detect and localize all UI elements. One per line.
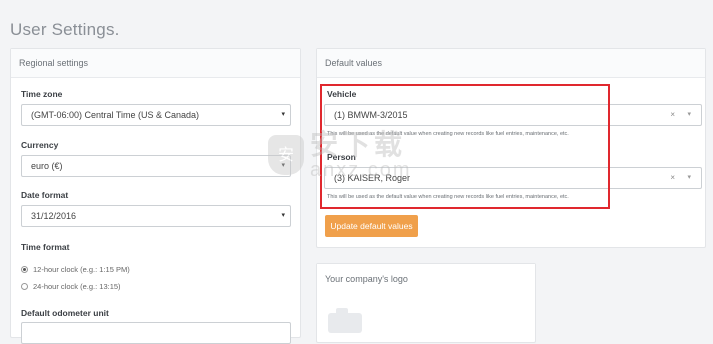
clear-icon[interactable]: × [670, 168, 675, 188]
radio-24-hour-label: 24-hour clock (e.g.: 13:15) [33, 282, 121, 291]
radio-12-hour-label: 12-hour clock (e.g.: 1:15 PM) [33, 265, 130, 274]
company-logo-header: Your company's logo [317, 264, 535, 294]
chevron-down-icon: ▾ [687, 111, 691, 118]
timezone-select[interactable]: (GMT-06:00) Central Time (US & Canada) ▾ [21, 104, 291, 126]
camera-icon [328, 308, 362, 333]
radio-button[interactable] [21, 283, 28, 290]
regional-settings-panel: Regional settings Time zone (GMT-06:00) … [10, 48, 301, 344]
currency-select[interactable]: euro (€) ▾ [21, 155, 291, 177]
radio-12-hour[interactable]: 12-hour clock (e.g.: 1:15 PM) [21, 265, 130, 274]
update-default-values-button[interactable]: Update default values [325, 215, 418, 237]
time-format-label: Time format [21, 242, 70, 252]
currency-label: Currency [21, 140, 59, 150]
odometer-unit-label: Default odometer unit [21, 308, 109, 318]
timezone-value: (GMT-06:00) Central Time (US & Canada) [31, 110, 200, 120]
currency-value: euro (€) [31, 161, 63, 171]
regional-settings-header: Regional settings [11, 49, 300, 78]
date-format-select[interactable]: 31/12/2016 ▾ [21, 205, 291, 227]
odometer-unit-select[interactable] [21, 322, 291, 344]
radio-button[interactable] [21, 266, 28, 273]
timezone-label: Time zone [21, 89, 63, 99]
date-format-value: 31/12/2016 [31, 211, 77, 221]
default-values-header: Default values [317, 49, 705, 78]
watermark-en: anxz.com [310, 159, 412, 181]
chevron-down-icon: ▾ [281, 111, 285, 118]
chevron-down-icon: ▾ [281, 212, 285, 219]
chevron-down-icon: ▾ [687, 174, 691, 181]
clear-icon[interactable]: × [670, 105, 675, 125]
shield-icon: 安 [268, 135, 304, 175]
watermark-logo: 安 安下载 anxz.com [268, 130, 412, 180]
date-format-label: Date format [21, 190, 69, 200]
radio-24-hour[interactable]: 24-hour clock (e.g.: 13:15) [21, 282, 121, 291]
watermark-cn: 安下载 [310, 128, 407, 161]
page-title: User Settings. [10, 20, 120, 39]
